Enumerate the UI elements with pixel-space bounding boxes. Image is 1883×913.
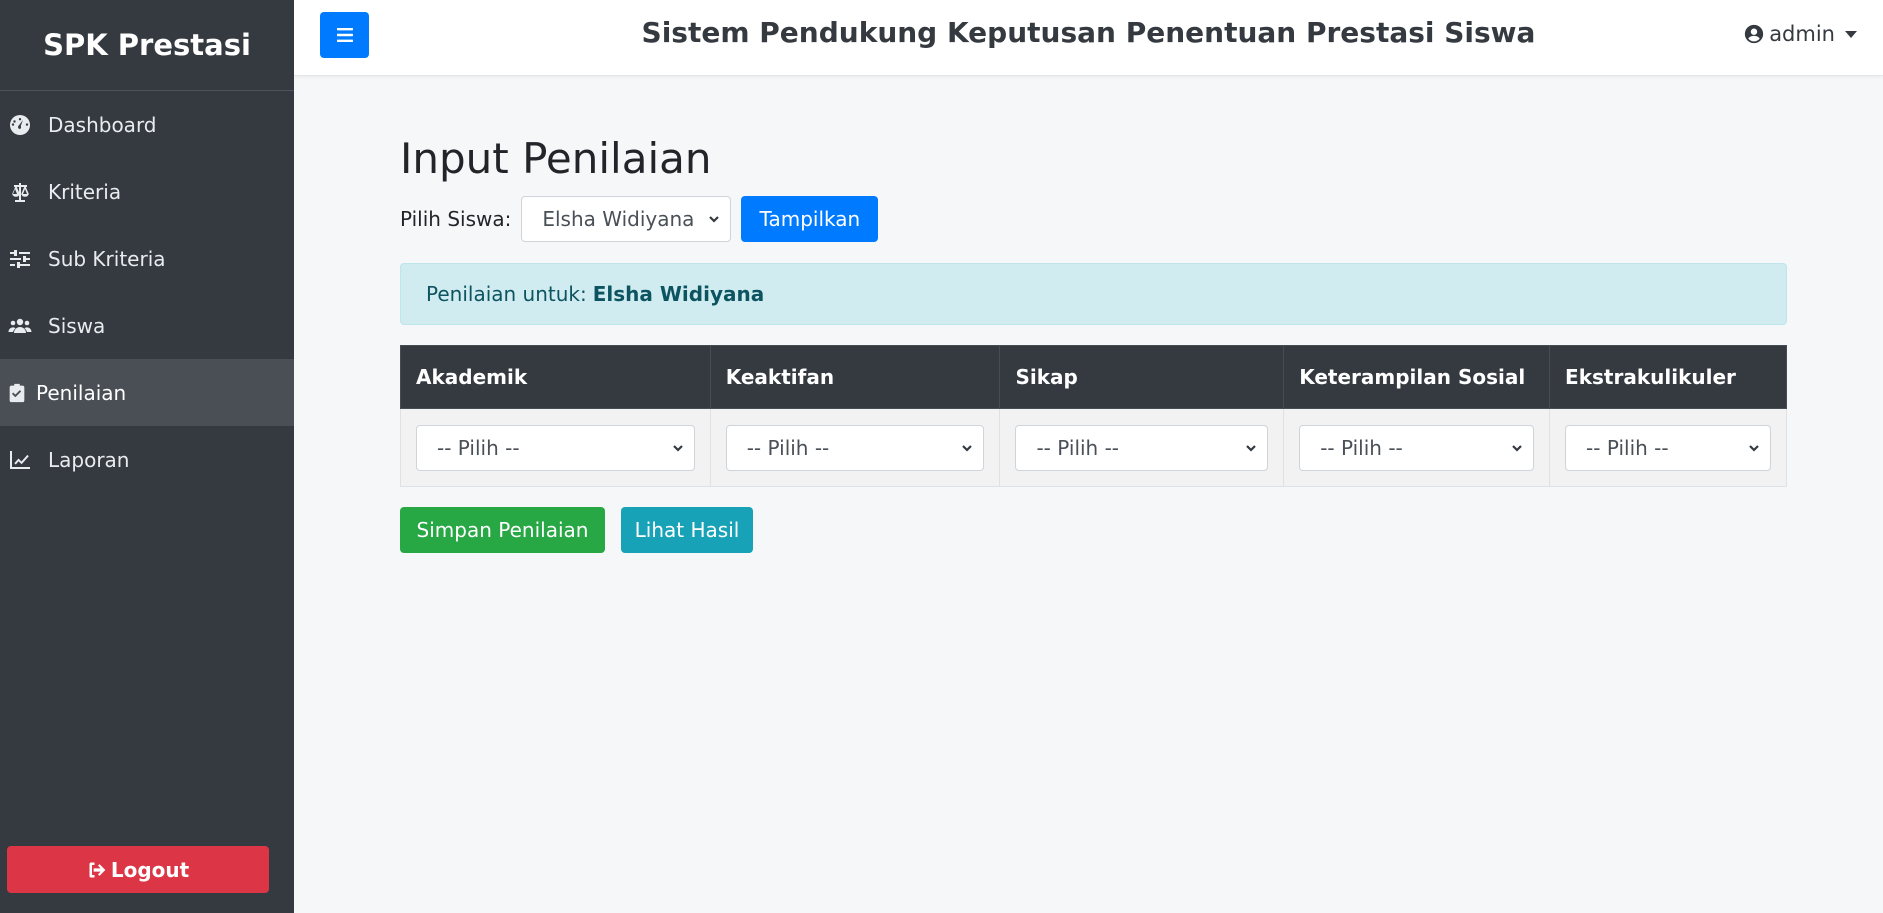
show-button[interactable]: Tampilkan	[741, 196, 879, 242]
sidebar-item-label: Laporan	[48, 447, 130, 472]
select-value: -- Pilih --	[1036, 435, 1120, 460]
column-header: Keaktifan	[709, 345, 1001, 409]
logout-button[interactable]: Logout	[7, 846, 269, 893]
user-menu-dropdown[interactable]: admin	[1743, 22, 1857, 46]
caret-down-icon	[1845, 30, 1857, 38]
chevron-down-icon	[709, 216, 720, 223]
chevron-down-icon	[1749, 444, 1759, 452]
table-cell: -- Pilih --	[1549, 408, 1787, 487]
alert-prefix: Penilaian untuk:	[426, 282, 587, 306]
chevron-down-icon	[962, 444, 973, 452]
sidebar-item-label: Siswa	[48, 313, 106, 338]
balance-scale-icon	[6, 178, 34, 206]
column-header: Keterampilan Sosial	[1283, 345, 1551, 409]
sidebar-item-label: Kriteria	[48, 179, 122, 204]
sidebar-item-penilaian[interactable]: Penilaian	[0, 359, 294, 426]
user-circle-icon	[1745, 24, 1764, 44]
student-info-alert: Penilaian untuk: Elsha Widiyana	[400, 263, 1787, 325]
student-filter: Pilih Siswa: Elsha Widiyana Tampilkan	[400, 196, 1787, 242]
akademik-select[interactable]: -- Pilih --	[416, 424, 695, 471]
sidebar-item-label: Dashboard	[48, 112, 157, 137]
line-chart-icon	[6, 446, 34, 474]
sidebar-item-laporan[interactable]: Laporan	[0, 426, 294, 493]
student-select-label: Pilih Siswa:	[400, 207, 512, 231]
sidebar-item-kriteria[interactable]: Kriteria	[0, 158, 294, 225]
sidebar-item-dashboard[interactable]: Dashboard	[0, 91, 294, 158]
main-content: Input Penilaian Pilih Siswa: Elsha Widiy…	[400, 134, 1787, 553]
alert-student-name: Elsha Widiyana	[592, 282, 765, 306]
select-value: -- Pilih --	[1586, 435, 1669, 460]
topbar: Sistem Pendukung Keputusan Penentuan Pre…	[294, 0, 1883, 76]
users-icon	[6, 312, 34, 340]
save-assessment-button[interactable]: Simpan Penilaian	[400, 507, 605, 553]
sidebar-nav: Dashboard Kriteria Sub Kriteria Siswa Pe…	[0, 91, 294, 493]
select-value: -- Pilih --	[437, 435, 520, 460]
student-select[interactable]: Elsha Widiyana	[521, 196, 732, 242]
sikap-select[interactable]: -- Pilih --	[1015, 424, 1269, 471]
dashboard-icon	[6, 111, 34, 139]
logout-label: Logout	[110, 857, 190, 882]
table-cell: -- Pilih --	[1283, 408, 1551, 487]
view-results-button[interactable]: Lihat Hasil	[621, 507, 753, 553]
clipboard-check-icon	[6, 379, 28, 407]
column-header: Ekstrakulikuler	[1549, 345, 1787, 409]
form-actions: Simpan Penilaian Lihat Hasil	[400, 507, 1787, 553]
column-header: Sikap	[999, 345, 1285, 409]
app-title: Sistem Pendukung Keputusan Penentuan Pre…	[641, 16, 1536, 49]
user-name: admin	[1769, 22, 1835, 46]
sidebar: SPK Prestasi Dashboard Kriteria Sub Krit…	[0, 0, 294, 913]
table-row: -- Pilih -- -- Pilih -- -- Pilih -- -- P…	[400, 408, 1787, 487]
sidebar-item-sub-kriteria[interactable]: Sub Kriteria	[0, 225, 294, 292]
sign-out-icon	[89, 862, 106, 877]
sidebar-item-label: Penilaian	[36, 380, 127, 405]
select-value: -- Pilih --	[1320, 435, 1403, 460]
assessment-table: Akademik Keaktifan Sikap Keterampilan So…	[400, 345, 1787, 487]
page-title: Input Penilaian	[400, 134, 712, 183]
sidebar-item-label: Sub Kriteria	[48, 246, 166, 271]
brand-logo[interactable]: SPK Prestasi	[0, 0, 294, 91]
chevron-down-icon	[672, 444, 683, 452]
select-value: -- Pilih --	[746, 435, 830, 460]
student-select-value: Elsha Widiyana	[542, 207, 695, 231]
table-cell: -- Pilih --	[400, 408, 711, 487]
ekstrakulikuler-select[interactable]: -- Pilih --	[1565, 424, 1771, 471]
table-cell: -- Pilih --	[709, 408, 1001, 487]
table-header-row: Akademik Keaktifan Sikap Keterampilan So…	[400, 345, 1787, 409]
table-cell: -- Pilih --	[999, 408, 1285, 487]
column-header: Akademik	[400, 345, 711, 409]
chevron-down-icon	[1246, 444, 1256, 452]
chevron-down-icon	[1512, 444, 1522, 452]
sidebar-item-siswa[interactable]: Siswa	[0, 292, 294, 359]
keaktifan-select[interactable]: -- Pilih --	[725, 424, 985, 471]
keterampilan-sosial-select[interactable]: -- Pilih --	[1299, 424, 1535, 471]
sliders-icon	[6, 245, 34, 273]
